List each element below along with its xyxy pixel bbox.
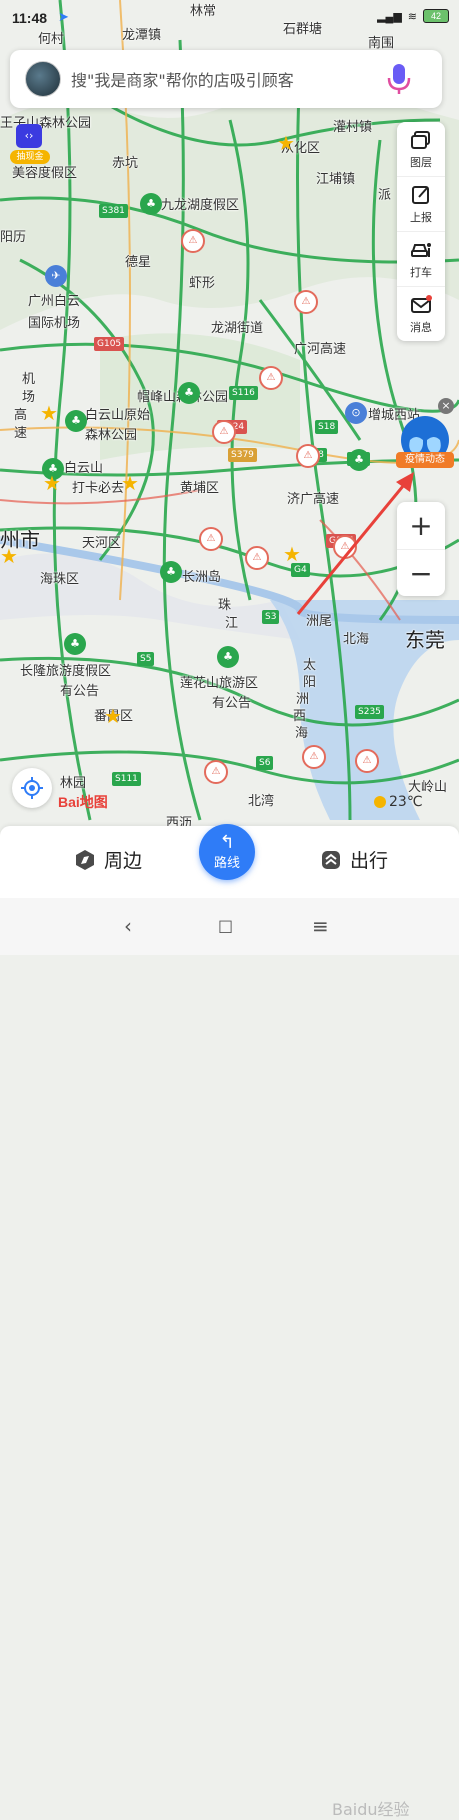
nearby-label: 周边 [104,850,143,872]
route-label: 路线 [213,855,240,871]
battery-icon: 42 [423,9,449,23]
nearby-button[interactable]: 周边 [74,846,142,873]
watermark: Baidu经验 [332,1800,410,1819]
report-edit-icon [412,185,429,204]
status-bar: 11:48 ➤ ▂▄▆ ≋ 42 [0,0,459,36]
report-button[interactable]: 上报 [397,177,445,232]
baidu-map-logo: Bai地图 [58,794,108,810]
route-arrow-icon: ↰ [219,831,235,853]
compass-icon [76,849,94,870]
weather-widget[interactable]: 23℃ [374,794,423,810]
wifi-icon: ≋ [407,10,417,23]
zoom-controls: + − [397,502,445,596]
zoom-out-button[interactable]: − [397,549,445,597]
travel-button[interactable]: 出行 [320,846,388,873]
zoom-in-button[interactable]: + [397,502,445,549]
mail-icon [411,294,432,313]
location-arrow-icon: ➤ [58,9,69,24]
promo-cash-button[interactable]: ‹› 抽现金 [10,124,50,168]
layers-label: 图层 [410,155,432,169]
search-bar[interactable]: 搜"我是商家"帮你的店吸引顾客 [10,50,442,108]
epidemic-badge[interactable]: 疫情动态 [396,416,454,470]
signal-icon: ▂▄▆ [377,10,402,23]
mic-icon[interactable] [386,62,412,96]
report-label: 上报 [410,210,432,224]
home-button[interactable]: □ [218,916,233,935]
message-label: 消息 [410,320,432,334]
travel-label: 出行 [350,850,389,872]
close-badge-icon[interactable]: × [438,398,454,414]
search-input[interactable]: 搜"我是商家"帮你的店吸引顾客 [71,67,386,91]
promo-icon: ‹› [16,124,42,148]
map-toolbar: 图层 上报 打车 消息 [397,122,445,341]
locate-icon [21,777,43,799]
epidemic-label: 疫情动态 [396,452,454,468]
sun-icon [374,796,386,808]
taxi-label: 打车 [410,265,432,279]
bottom-bar: 周边 ↰ 路线 出行 [0,824,459,898]
route-button[interactable]: ↰ 路线 [199,824,255,880]
back-button[interactable]: ‹ [124,914,132,938]
locate-button[interactable] [12,768,52,808]
taxi-icon [411,242,431,257]
menu-button[interactable]: ≡ [312,914,329,938]
travel-icon [322,850,340,869]
temperature: 23℃ [389,794,423,810]
layers-button[interactable]: 图层 [397,122,445,177]
taxi-button[interactable]: 打车 [397,232,445,287]
status-time: 11:48 [12,10,48,26]
layers-icon [411,130,430,149]
message-button[interactable]: 消息 [397,287,445,341]
system-nav-bar: ‹ □ ≡ Baidu经验 [0,898,459,1819]
promo-label: 抽现金 [10,150,50,164]
avatar[interactable] [25,61,61,97]
